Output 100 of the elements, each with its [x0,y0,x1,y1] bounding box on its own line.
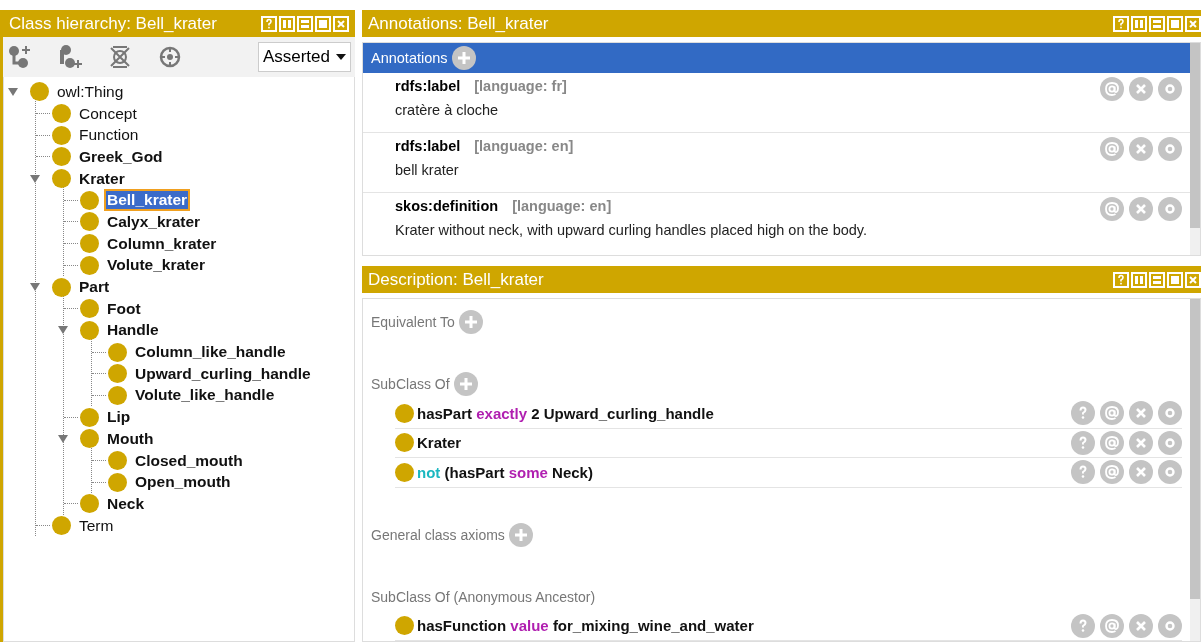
annotate-button[interactable] [1100,77,1124,101]
tree-item[interactable]: Foot [104,297,144,320]
annotate-button[interactable] [1100,613,1124,638]
tree-item[interactable]: Handle [104,319,162,342]
tree-item[interactable]: Upward_curling_handle [132,362,314,385]
class-icon [52,147,71,167]
class-icon [80,190,99,210]
language-tag: [language: en] [512,198,612,214]
split-horizontal-icon[interactable] [1149,15,1165,32]
edit-button[interactable] [1158,137,1182,161]
tree-item[interactable]: Volute_krater [104,254,208,277]
close-icon[interactable] [1185,15,1201,32]
scrollbar[interactable] [1190,299,1200,641]
explain-button[interactable] [1071,460,1095,485]
split-vertical-icon[interactable] [1131,15,1147,32]
maximize-icon[interactable] [1167,15,1183,32]
delete-button[interactable] [1129,430,1153,455]
class-icon [80,212,99,232]
delete-button[interactable] [1129,613,1153,638]
edit-button[interactable] [1158,197,1182,221]
expand-toggle-icon[interactable] [8,87,18,96]
tree-item[interactable]: Term [76,514,117,537]
tree-item[interactable]: Bell_krater [104,189,191,212]
tree-item[interactable]: Concept [76,102,140,125]
language-tag: [language: en] [474,138,574,154]
maximize-icon[interactable] [315,15,331,32]
tree-item[interactable]: Calyx_krater [104,210,204,233]
expand-toggle-icon[interactable] [30,283,40,292]
delete-button[interactable] [1129,401,1153,426]
delete-button[interactable] [1129,197,1153,221]
section-title: Equivalent To [371,314,455,330]
tree-item[interactable]: Mouth [104,427,157,450]
add-button[interactable] [508,522,533,547]
class-expression[interactable]: hasPart exactly 2 Upward_curling_handle [417,404,1071,422]
edit-button[interactable] [1158,430,1182,455]
add-subclass-icon[interactable] [7,44,33,70]
edit-button[interactable] [1158,613,1182,638]
class-expression[interactable]: hasFunction value for_mixing_wine_and_water [417,617,1071,635]
view-mode-dropdown[interactable]: Asserted [257,42,351,72]
help-icon[interactable] [1113,15,1129,32]
annotation-property: skos:definition [395,198,499,214]
tree-item[interactable]: Function [76,124,142,147]
edit-button[interactable] [1158,77,1182,101]
annotate-button[interactable] [1100,197,1124,221]
annotation-value: Krater without neck, with upward curling handles placed high on the body. [395,222,869,238]
help-icon[interactable] [1113,271,1129,288]
split-horizontal-icon[interactable] [1149,271,1165,288]
annotation-property: rdfs:label [395,138,461,154]
annotate-button[interactable] [1100,430,1124,455]
class-icon [80,234,99,254]
tree-item[interactable]: Part [76,276,113,299]
section-title: SubClass Of (Anonymous Ancestor) [371,588,596,605]
class-expression[interactable]: Krater [417,434,1071,452]
tree-item[interactable]: Greek_God [76,145,166,168]
tree-item[interactable]: Closed_mouth [132,449,246,472]
edit-button[interactable] [1158,460,1182,485]
class-icon [108,451,127,471]
annotate-button[interactable] [1100,401,1124,426]
tree-item[interactable]: owl:Thing [54,80,127,103]
maximize-icon[interactable] [1167,271,1183,288]
split-horizontal-icon[interactable] [297,15,313,32]
class-expression[interactable]: not (hasPart some Neck) [417,463,1071,481]
target-icon[interactable] [157,44,183,70]
tree-item[interactable]: Column_krater [104,232,220,255]
class-icon [52,277,71,297]
help-icon[interactable] [261,15,277,32]
tree-item[interactable]: Neck [104,492,148,515]
annotate-button[interactable] [1100,460,1124,485]
split-vertical-icon[interactable] [279,15,295,32]
class-icon [52,104,71,124]
explain-button[interactable] [1071,430,1095,455]
tree-item[interactable]: Column_like_handle [132,341,289,364]
add-annotation-button[interactable] [451,46,476,70]
add-sibling-icon[interactable] [57,44,83,70]
tree-item[interactable]: Volute_like_handle [132,384,278,407]
class-icon [80,494,99,514]
expand-toggle-icon[interactable] [58,434,68,443]
class-icon [108,364,127,384]
add-button[interactable] [458,310,483,334]
class-icon [80,255,99,275]
delete-button[interactable] [1129,137,1153,161]
close-icon[interactable] [333,15,349,32]
split-vertical-icon[interactable] [1131,271,1147,288]
delete-button[interactable] [1129,77,1153,101]
edit-button[interactable] [1158,401,1182,426]
tree-item[interactable]: Krater [76,167,128,190]
explain-button[interactable] [1071,401,1095,426]
expand-toggle-icon[interactable] [30,174,40,183]
close-icon[interactable] [1185,271,1201,288]
add-button[interactable] [453,372,478,396]
delete-class-icon[interactable] [107,44,133,70]
tree-item[interactable]: Lip [104,406,134,429]
explain-button[interactable] [1071,613,1095,638]
panel-title: Annotations: Bell_krater [368,13,550,34]
tree-item[interactable]: Open_mouth [132,471,234,494]
annotate-button[interactable] [1100,137,1124,161]
expand-toggle-icon[interactable] [58,326,68,335]
section-header: Annotations [371,50,448,66]
scrollbar[interactable] [1190,43,1200,255]
delete-button[interactable] [1129,460,1153,485]
